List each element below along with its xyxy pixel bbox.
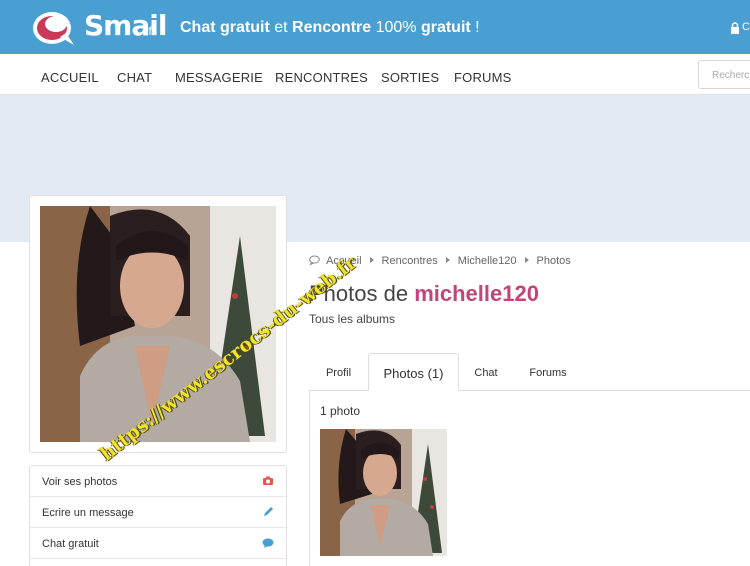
nav-item-accueil[interactable]: ACCUEIL: [41, 70, 99, 85]
top-header: Smail .fr Chat gratuit et Rencontre 100%…: [0, 0, 750, 54]
nav-item-sorties[interactable]: SORTIES: [381, 70, 439, 85]
chat-button[interactable]: Chat gratuit: [30, 528, 286, 559]
comment-icon: [309, 255, 320, 266]
camera-icon: [263, 476, 273, 485]
breadcrumb-photos[interactable]: Photos: [537, 255, 571, 267]
smail-logo-icon[interactable]: [30, 7, 78, 47]
pencil-icon: [264, 507, 273, 516]
search-input[interactable]: Recherc: [698, 60, 750, 89]
site-tagline: Chat gratuit et Rencontre 100% gratuit !: [180, 19, 480, 36]
nav-item-chat[interactable]: CHAT: [117, 70, 152, 85]
tab-forums[interactable]: Forums: [513, 353, 583, 391]
logo-suffix: .fr: [145, 24, 156, 38]
tab-photos[interactable]: Photos (1): [368, 353, 459, 391]
nav-item-rencontres[interactable]: RENCONTRES: [275, 70, 368, 85]
login-link[interactable]: C: [742, 21, 750, 33]
page-title: Photos de michelle120: [309, 281, 539, 306]
write-message-label: Ecrire un message: [42, 507, 134, 519]
album-subtitle[interactable]: Tous les albums: [309, 312, 395, 326]
view-photos-button[interactable]: Voir ses photos: [30, 466, 286, 497]
main-nav: ACCUEIL CHAT MESSAGERIE RENCONTRES SORTI…: [0, 54, 750, 95]
breadcrumb-arrow-icon: [524, 257, 529, 263]
breadcrumb-rencontres[interactable]: Rencontres: [382, 255, 438, 267]
nav-item-forums[interactable]: FORUMS: [454, 70, 512, 85]
photo-thumbnail[interactable]: [320, 429, 447, 556]
photo-count: 1 photo: [320, 404, 361, 418]
profile-username[interactable]: michelle120: [414, 281, 539, 306]
nav-item-messagerie[interactable]: MESSAGERIE: [175, 70, 263, 85]
write-message-button[interactable]: Ecrire un message: [30, 497, 286, 528]
tab-chat[interactable]: Chat: [460, 353, 512, 391]
chat-label: Chat gratuit: [42, 538, 99, 550]
breadcrumb-arrow-icon: [369, 257, 374, 263]
profile-actions: Voir ses photos Ecrire un message Chat g…: [29, 465, 287, 566]
lock-icon[interactable]: [730, 22, 740, 34]
view-photos-label: Voir ses photos: [42, 476, 118, 488]
chat-bubble-icon: [262, 538, 274, 548]
photo-thumbnail-image: [320, 429, 447, 556]
breadcrumb-profile[interactable]: Michelle120: [458, 255, 517, 267]
breadcrumb-arrow-icon: [445, 257, 450, 263]
tab-profil[interactable]: Profil: [310, 353, 367, 391]
